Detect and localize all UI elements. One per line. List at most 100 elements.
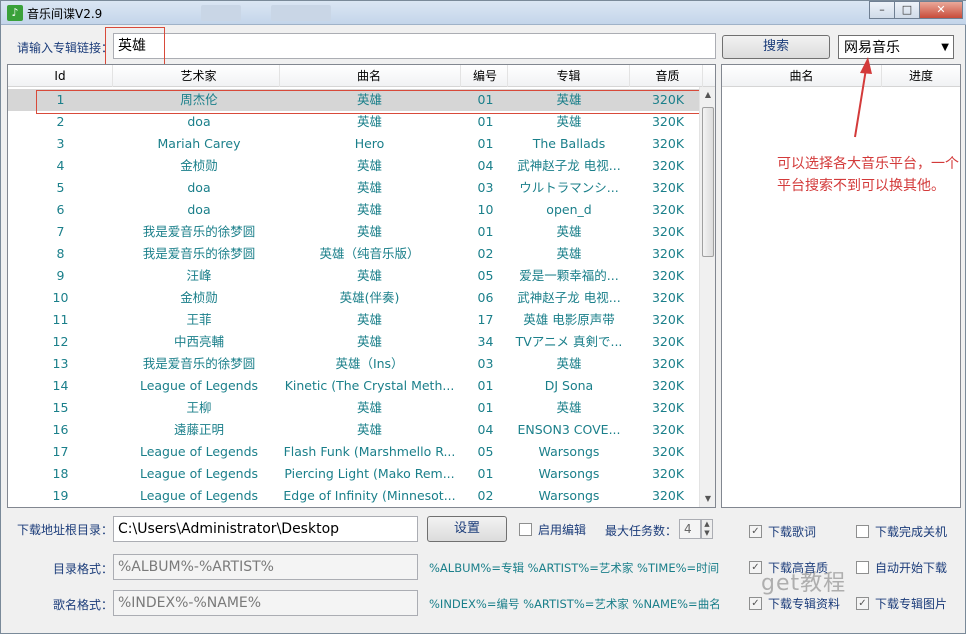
minimize-icon[interactable]: – <box>869 1 895 19</box>
table-row[interactable]: 10 金桢勋 英雄(伴奏) 06 武神赵子龙 电视... 320K <box>8 287 700 309</box>
album-art-checkbox[interactable]: ✓ 下载专辑图片 <box>856 595 947 612</box>
shutdown-checkbox[interactable]: 下载完成关机 <box>856 523 947 540</box>
table-row[interactable]: 6 doa 英雄 10 open_d 320K <box>8 199 700 221</box>
id-cell: 19 <box>52 488 69 503</box>
album-cell: 英雄 <box>556 356 582 371</box>
max-tasks-label: 最大任务数： <box>605 524 678 538</box>
id-cell: 11 <box>52 312 69 327</box>
table-row[interactable]: 16 遠藤正明 英雄 04 ENSON3 COVE... 320K <box>8 419 700 441</box>
quality-cell: 320K <box>651 334 685 349</box>
window-controls: – □ ✕ <box>869 1 963 19</box>
download-dir-input[interactable]: C:\Users\Administrator\Desktop <box>113 516 418 542</box>
checkbox-box[interactable]: ✓ <box>749 525 762 538</box>
number-cell: 04 <box>477 422 494 437</box>
dir-format-hint: %ALBUM%=专辑 %ARTIST%=艺术家 %TIME%=时间 <box>429 561 720 575</box>
autostart-checkbox[interactable]: 自动开始下载 <box>856 559 947 576</box>
platform-select-value: 网易音乐 <box>844 40 900 56</box>
artist-cell: League of Legends <box>139 466 259 481</box>
scroll-thumb[interactable] <box>702 107 714 257</box>
table-row[interactable]: 2 doa 英雄 01 英雄 320K <box>8 111 700 133</box>
download-lyrics-checkbox[interactable]: ✓ 下载歌词 <box>749 523 816 540</box>
table-row[interactable]: 13 我是爱音乐的徐梦圆 英雄（Ins） 03 英雄 320K <box>8 353 700 375</box>
title-cell: 英雄 <box>356 202 382 217</box>
queue-header: 曲名 进度 <box>722 65 960 87</box>
table-row[interactable]: 18 League of Legends Piercing Light (Mako … <box>8 463 700 485</box>
max-tasks-input[interactable]: 4 <box>679 519 701 539</box>
quality-cell: 320K <box>651 378 685 393</box>
artist-cell: League of Legends <box>139 444 259 459</box>
table-row[interactable]: 9 汪峰 英雄 05 爱是一颗幸福的... 320K <box>8 265 700 287</box>
album-cell: 英雄 电影原声带 <box>523 312 615 327</box>
artist-cell: 我是爱音乐的徐梦圆 <box>142 224 256 239</box>
dir-format-input[interactable]: %ALBUM%-%ARTIST% <box>113 554 418 580</box>
album-link-input[interactable]: 英雄 <box>113 33 716 59</box>
table-header-col-id[interactable]: Id <box>8 65 113 87</box>
quality-cell: 320K <box>651 444 685 459</box>
title-cell: Flash Funk (Marshmello R... <box>283 444 456 459</box>
table-row[interactable]: 12 中西亮輔 英雄 34 TVアニメ 真剣で... 320K <box>8 331 700 353</box>
table-row[interactable]: 7 我是爱音乐的徐梦圆 英雄 01 英雄 320K <box>8 221 700 243</box>
name-format-input[interactable]: %INDEX%-%NAME% <box>113 590 418 616</box>
checkbox-box[interactable] <box>856 525 869 538</box>
table-header-col-quality[interactable]: 音质 <box>633 65 703 87</box>
enable-edit-label: 启用编辑 <box>538 523 587 537</box>
artist-cell: 金桢勋 <box>180 290 218 305</box>
id-cell: 17 <box>52 444 69 459</box>
number-cell: 01 <box>477 378 494 393</box>
enable-edit-checkbox[interactable]: 启用编辑 <box>519 521 586 538</box>
artist-cell: doa <box>187 114 211 129</box>
annotation-arrow <box>854 57 872 138</box>
album-cell: TVアニメ 真剣で... <box>515 334 623 349</box>
table-row[interactable]: 3 Mariah Carey Hero 01 The Ballads 320K <box>8 133 700 155</box>
id-cell: 7 <box>56 224 65 239</box>
quality-cell: 320K <box>651 202 685 217</box>
album-cell: ENSON3 COVE... <box>517 422 621 437</box>
scroll-up-icon[interactable]: ▲ <box>700 87 715 103</box>
album-cell: 爱是一颗幸福的... <box>519 268 619 283</box>
queue-col-progress[interactable]: 进度 <box>882 65 960 87</box>
album-info-checkbox[interactable]: ✓ 下载专辑资料 <box>749 595 840 612</box>
title-cell: 英雄 <box>356 400 382 415</box>
table-row[interactable]: 19 League of Legends Edge of Infinity (Min… <box>8 485 700 507</box>
table-row[interactable]: 14 League of Legends Kinetic (The Crystal … <box>8 375 700 397</box>
table-header-col-title[interactable]: 曲名 <box>278 65 461 87</box>
title-cell: Edge of Infinity (Minnesot... <box>283 488 456 503</box>
close-icon[interactable]: ✕ <box>919 1 963 19</box>
table-row[interactable]: 11 王菲 英雄 17 英雄 电影原声带 320K <box>8 309 700 331</box>
settings-button[interactable]: 设置 <box>427 516 507 542</box>
number-cell: 03 <box>477 180 494 195</box>
quality-cell: 320K <box>651 466 685 481</box>
album-cell: 英雄 <box>556 224 582 239</box>
table-header-col-artist[interactable]: 艺术家 <box>118 65 280 87</box>
watermark: get教程 <box>761 571 847 596</box>
table-row[interactable]: 15 王柳 英雄 01 英雄 320K <box>8 397 700 419</box>
download-dir-label: 下载地址根目录： <box>17 523 114 537</box>
table-row[interactable]: 8 我是爱音乐的徐梦圆 英雄（纯音乐版） 02 英雄 320K <box>8 243 700 265</box>
checkbox-box[interactable] <box>519 523 532 536</box>
table-row[interactable]: 5 doa 英雄 03 ウルトラマンシ... 320K <box>8 177 700 199</box>
table-header-col-album[interactable]: 专辑 <box>508 65 630 87</box>
number-cell: 17 <box>477 312 494 327</box>
artist-cell: doa <box>187 202 211 217</box>
table-scrollbar[interactable]: ▲ ▼ <box>699 87 715 507</box>
checkbox-box[interactable]: ✓ <box>856 597 869 610</box>
artist-cell: Mariah Carey <box>157 136 241 151</box>
name-format-hint: %INDEX%=编号 %ARTIST%=艺术家 %NAME%=曲名 <box>429 597 721 611</box>
album-cell: Warsongs <box>538 466 600 481</box>
id-cell: 9 <box>56 268 65 283</box>
maximize-icon[interactable]: □ <box>894 1 920 19</box>
max-tasks-stepper[interactable]: ▲ ▼ <box>701 519 713 539</box>
quality-cell: 320K <box>651 224 685 239</box>
table-row[interactable]: 4 金桢勋 英雄 04 武神赵子龙 电视... 320K <box>8 155 700 177</box>
scroll-down-icon[interactable]: ▼ <box>700 491 715 507</box>
id-cell: 14 <box>52 378 69 393</box>
search-button[interactable]: 搜索 <box>722 35 830 59</box>
quality-cell: 320K <box>651 114 685 129</box>
results-table: Id 艺术家 曲名 编号 专辑 音质 1 周杰伦 英雄 01 英雄 320K 2 doa 英雄 01 英雄 32… <box>7 64 716 508</box>
id-cell: 18 <box>52 466 69 481</box>
album-cell: 英雄 <box>556 114 582 129</box>
checkbox-box[interactable]: ✓ <box>749 597 762 610</box>
table-header-col-number[interactable]: 编号 <box>463 65 508 87</box>
checkbox-box[interactable] <box>856 561 869 574</box>
table-row[interactable]: 17 League of Legends Flash Funk (Marshmell… <box>8 441 700 463</box>
